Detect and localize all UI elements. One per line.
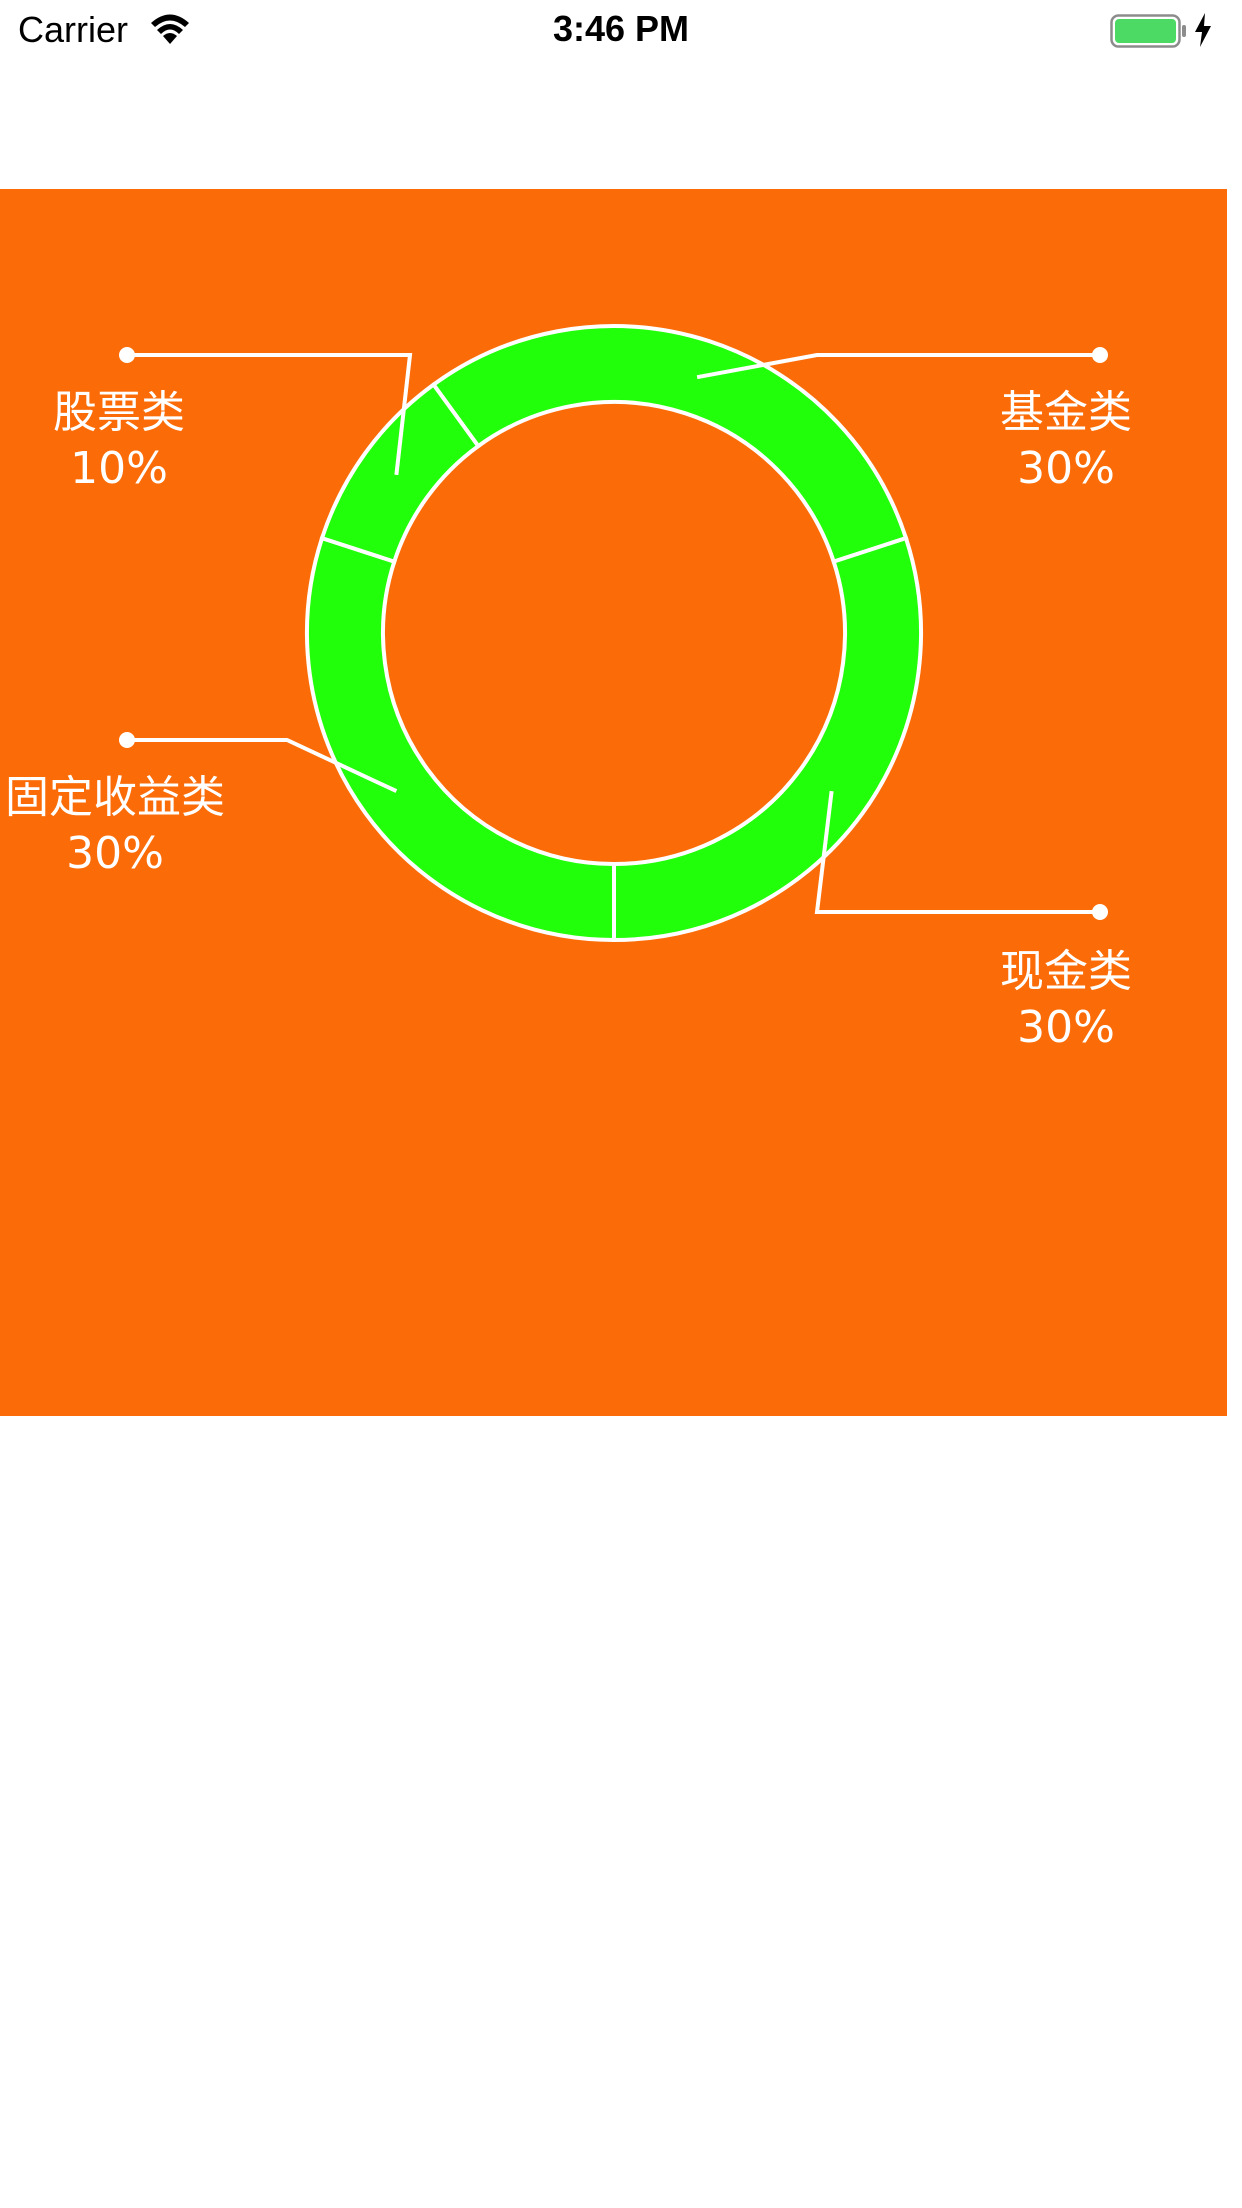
slice-cash	[612, 535, 923, 943]
leader-dot	[1092, 904, 1108, 920]
chart-panel: 基金类 30% 现金类 30% 固定收益类 30% 股票类 10%	[0, 189, 1227, 1416]
charging-bolt-icon	[1195, 13, 1211, 47]
slice-fund	[430, 324, 909, 565]
slice-percent: 30%	[1017, 1002, 1115, 1053]
slice-label-fixed-income: 固定收益类 30%	[5, 770, 225, 882]
slice-fixed-income	[305, 535, 616, 943]
slice-percent: 10%	[70, 443, 168, 494]
slice-name: 基金类	[1000, 387, 1132, 438]
slice-percent: 30%	[66, 828, 164, 879]
leader-dot	[119, 347, 135, 363]
leader-dot	[1092, 347, 1108, 363]
slice-name: 固定收益类	[5, 772, 225, 823]
slice-name: 现金类	[1000, 946, 1132, 997]
slice-name: 股票类	[53, 387, 185, 438]
slice-percent: 30%	[1017, 443, 1115, 494]
battery-icon	[1110, 14, 1186, 48]
status-bar: Carrier 3:46 PM	[0, 0, 1242, 60]
slice-label-fund: 基金类 30%	[1000, 385, 1132, 497]
leader-dot	[119, 732, 135, 748]
status-time: 3:46 PM	[552, 8, 690, 49]
slice-label-stock: 股票类 10%	[53, 385, 185, 497]
slice-stock	[319, 381, 482, 565]
slice-label-cash: 现金类 30%	[1000, 944, 1132, 1056]
